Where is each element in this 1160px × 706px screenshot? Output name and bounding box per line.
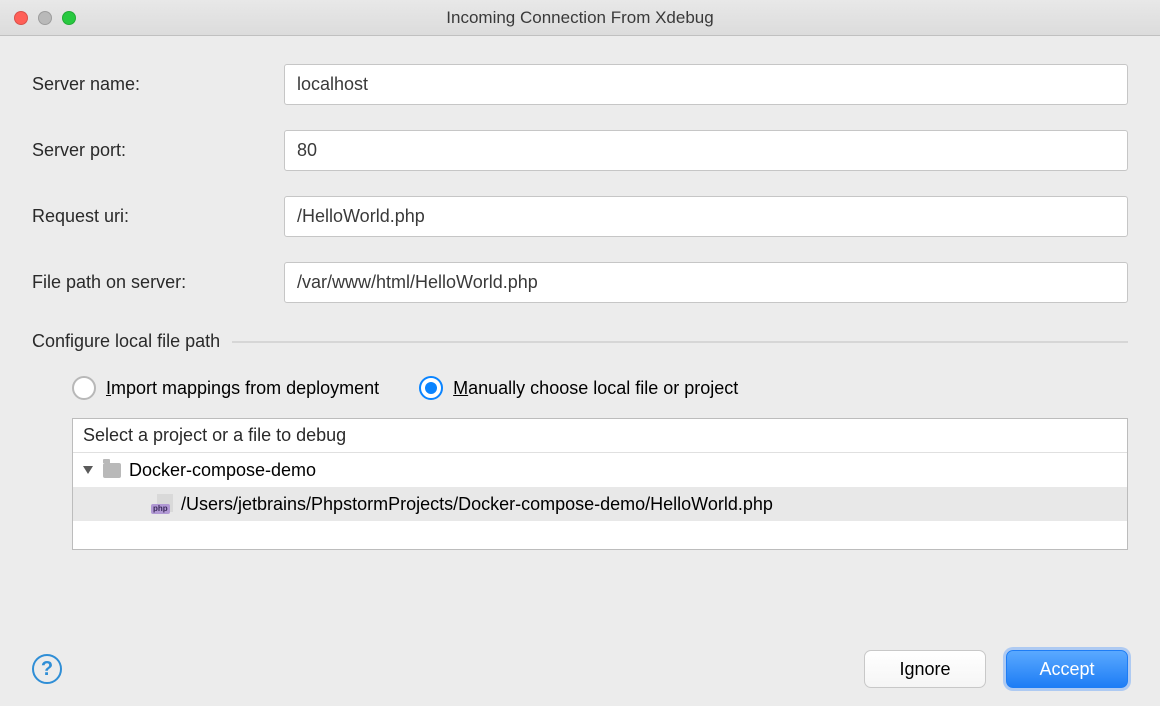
project-tree-row[interactable]: Docker-compose-demo — [73, 453, 1127, 487]
maximize-window-icon[interactable] — [62, 11, 76, 25]
traffic-lights — [14, 11, 76, 25]
php-file-icon: php — [151, 494, 173, 514]
server-port-field[interactable]: 80 — [284, 130, 1128, 171]
server-port-label: Server port: — [32, 140, 284, 161]
configure-section-title: Configure local file path — [32, 331, 220, 352]
section-divider — [232, 341, 1128, 343]
ignore-button[interactable]: Ignore — [864, 650, 986, 688]
radio-icon — [72, 376, 96, 400]
configure-section-header: Configure local file path — [32, 331, 1128, 352]
accept-button[interactable]: Accept — [1006, 650, 1128, 688]
dialog-content: Server name: localhost Server port: 80 R… — [0, 36, 1160, 564]
file-path-row: File path on server: /var/www/html/Hello… — [32, 262, 1128, 303]
minimize-window-icon — [38, 11, 52, 25]
file-path-label: /Users/jetbrains/PhpstormProjects/Docker… — [181, 494, 773, 515]
folder-icon — [103, 463, 121, 478]
server-name-field[interactable]: localhost — [284, 64, 1128, 105]
close-window-icon[interactable] — [14, 11, 28, 25]
radio-group: Import mappings from deployment Manually… — [32, 376, 1128, 400]
titlebar: Incoming Connection From Xdebug — [0, 0, 1160, 36]
help-icon[interactable]: ? — [32, 654, 62, 684]
window-title: Incoming Connection From Xdebug — [446, 8, 713, 28]
server-name-label: Server name: — [32, 74, 284, 95]
file-path-field[interactable]: /var/www/html/HelloWorld.php — [284, 262, 1128, 303]
file-tree-row[interactable]: php /Users/jetbrains/PhpstormProjects/Do… — [73, 487, 1127, 521]
project-name-label: Docker-compose-demo — [129, 460, 316, 481]
server-port-row: Server port: 80 — [32, 130, 1128, 171]
import-mappings-radio[interactable]: Import mappings from deployment — [72, 376, 379, 400]
radio-icon-selected — [419, 376, 443, 400]
file-tree-header: Select a project or a file to debug — [73, 419, 1127, 453]
request-uri-row: Request uri: /HelloWorld.php — [32, 196, 1128, 237]
manually-choose-label: Manually choose local file or project — [453, 378, 738, 399]
file-tree[interactable]: Select a project or a file to debug Dock… — [72, 418, 1128, 550]
request-uri-field[interactable]: /HelloWorld.php — [284, 196, 1128, 237]
server-name-row: Server name: localhost — [32, 64, 1128, 105]
radio-dot-icon — [425, 382, 437, 394]
import-mappings-label: Import mappings from deployment — [106, 378, 379, 399]
file-path-label: File path on server: — [32, 272, 284, 293]
chevron-down-icon[interactable] — [83, 466, 93, 474]
dialog-footer: ? Ignore Accept — [32, 650, 1128, 688]
manually-choose-radio[interactable]: Manually choose local file or project — [419, 376, 738, 400]
footer-buttons: Ignore Accept — [864, 650, 1128, 688]
request-uri-label: Request uri: — [32, 206, 284, 227]
